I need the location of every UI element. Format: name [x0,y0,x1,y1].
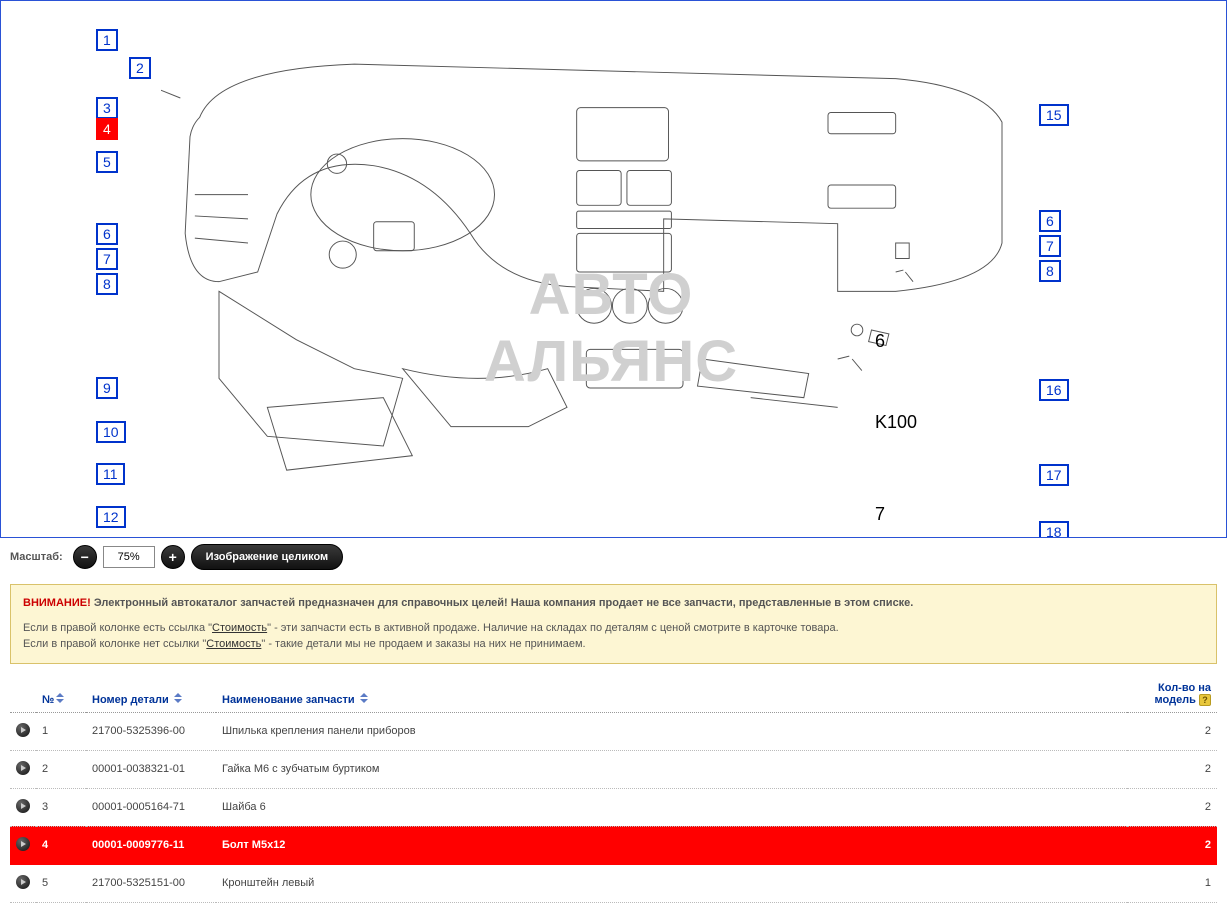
col-header-partno[interactable]: Номер детали [86,676,216,713]
dashboard-illustration [161,37,1031,507]
diagram-callout-8[interactable]: 8 [1039,260,1061,282]
zoom-out-button[interactable]: − [73,545,97,569]
row-play-icon[interactable] [16,723,30,737]
row-play-icon[interactable] [16,875,30,889]
cell-partno: 00001-0009776-11 [86,826,216,864]
cell-qty: 2 [1127,750,1217,788]
cell-name: Гайка М6 с зубчатым буртиком [216,750,1127,788]
diagram-callout-7[interactable]: 7 [1039,235,1061,257]
diagram-callout-4[interactable]: 4 [96,118,118,140]
cell-qty: 2 [1127,788,1217,826]
diagram-callout-6[interactable]: 6 [1039,210,1061,232]
diagram-callout-10[interactable]: 10 [96,421,126,443]
diagram-callout-9[interactable]: 9 [96,377,118,399]
diagram-callout-3[interactable]: 3 [96,97,118,119]
diagram-callout-7[interactable]: 7 [96,248,118,270]
cell-qty: 1 [1127,864,1217,902]
diagram-callout-15[interactable]: 15 [1039,104,1069,126]
sort-icon [360,693,370,703]
cost-link[interactable]: Стоимость [206,638,261,650]
diagram-callout-1[interactable]: 1 [96,29,118,51]
cell-number: 5 [36,864,86,902]
cell-name: Болт М5х12 [216,826,1127,864]
table-row[interactable]: 300001-0005164-71Шайба 62 [10,788,1217,826]
diagram-callout-17[interactable]: 17 [1039,464,1069,486]
cell-qty: 2 [1127,712,1217,750]
diagram-callout-16[interactable]: 16 [1039,379,1069,401]
diagram-callout-18[interactable]: 18 [1039,521,1069,538]
cell-partno: 21700-5325396-00 [86,712,216,750]
sort-icon [174,693,184,703]
cell-name: Кронштейн левый [216,864,1127,902]
diagram-label: 6 [875,331,885,352]
warning-main: Электронный автокаталог запчастей предна… [94,597,914,609]
sort-icon [56,693,66,703]
diagram-callout-11[interactable]: 11 [96,463,125,485]
zoom-in-button[interactable]: + [161,545,185,569]
diagram-label: 7 [875,504,885,525]
col-header-qty[interactable]: Кол-во на модель ? [1127,676,1217,713]
zoom-controls: Масштаб: − + Изображение целиком [0,538,1227,576]
help-icon[interactable]: ? [1199,694,1211,706]
cell-qty: 2 [1127,826,1217,864]
zoom-label: Масштаб: [10,551,63,563]
row-play-icon[interactable] [16,761,30,775]
cost-link[interactable]: Стоимость [212,622,267,634]
warning-title: ВНИМАНИЕ! [23,597,91,609]
full-image-button[interactable]: Изображение целиком [191,544,344,570]
col-header-number[interactable]: № [36,676,86,713]
table-row[interactable]: 521700-5325151-00Кронштейн левый1 [10,864,1217,902]
cell-partno: 21700-5325151-00 [86,864,216,902]
diagram-label: K100 [875,412,917,433]
table-row[interactable]: 400001-0009776-11Болт М5х122 [10,826,1217,864]
table-row[interactable]: 121700-5325396-00Шпилька крепления панел… [10,712,1217,750]
diagram-callout-12[interactable]: 12 [96,506,126,528]
cell-number: 1 [36,712,86,750]
cell-name: Шпилька крепления панели приборов [216,712,1127,750]
diagram-callout-2[interactable]: 2 [129,57,151,79]
cell-partno: 00001-0005164-71 [86,788,216,826]
row-play-icon[interactable] [16,799,30,813]
cell-partno: 00001-0038321-01 [86,750,216,788]
warning-box: ВНИМАНИЕ! Электронный автокаталог запчас… [10,584,1217,664]
cell-number: 3 [36,788,86,826]
parts-table: № Номер детали Наименование запчасти Кол… [10,676,1217,903]
zoom-input[interactable] [103,546,155,568]
cell-number: 2 [36,750,86,788]
row-play-icon[interactable] [16,837,30,851]
cell-name: Шайба 6 [216,788,1127,826]
table-row[interactable]: 200001-0038321-01Гайка М6 с зубчатым бур… [10,750,1217,788]
diagram-callout-5[interactable]: 5 [96,151,118,173]
diagram-callout-8[interactable]: 8 [96,273,118,295]
col-header-name[interactable]: Наименование запчасти [216,676,1127,713]
cell-number: 4 [36,826,86,864]
diagram-viewport[interactable]: АВТО АЛЬЯНС 123456789101112156781617186K… [0,0,1227,538]
diagram-callout-6[interactable]: 6 [96,223,118,245]
